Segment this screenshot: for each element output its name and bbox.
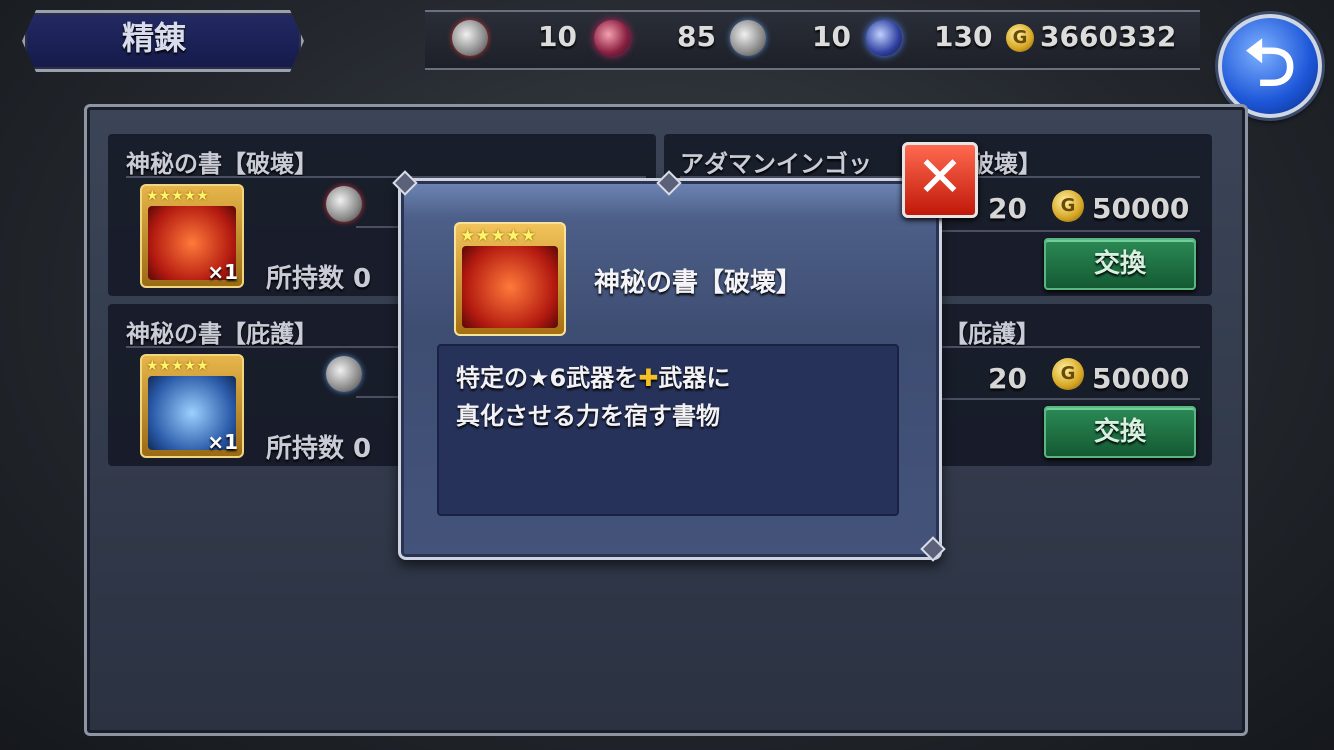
material-cost: 20	[988, 362, 1027, 395]
item-quantity: ×1	[207, 260, 238, 284]
card-title: 神秘の書【庇護】	[126, 320, 318, 348]
crystal-violet-icon	[866, 20, 902, 56]
item-quantity: ×1	[207, 430, 238, 454]
card-title: アダマンインゴッ	[680, 150, 872, 178]
back-arrow-icon: ⮌	[1244, 27, 1296, 101]
held-count: 所持数 0	[266, 264, 372, 294]
back-button[interactable]: ⮌	[1218, 14, 1322, 118]
gil-value: 3660332	[1040, 20, 1177, 53]
modal-item-name: 神秘の書【破壊】	[594, 268, 803, 298]
held-count: 所持数 0	[266, 434, 372, 464]
currency-red-value: 10	[538, 20, 577, 53]
crystal-red-icon	[452, 20, 488, 56]
card-title-suffix: 破壊】	[970, 150, 1042, 178]
card-title: 神秘の書【破壊】	[126, 150, 318, 178]
rarity-stars: ★★★★★	[146, 188, 209, 204]
card-title-suffix: 【庇護】	[944, 320, 1040, 348]
modal-item-thumbnail: ★★★★★	[454, 222, 566, 336]
exchange-button[interactable]: 交換	[1044, 238, 1196, 290]
currency-violet-value: 130	[934, 20, 993, 53]
gil-coin-icon: G	[1052, 358, 1084, 390]
description-line-2: 真化させる力を宿す書物	[456, 402, 720, 430]
crystal-blue-icon	[326, 356, 362, 392]
gil-coin-icon: G	[1006, 24, 1034, 52]
currency-pink-value: 85	[677, 20, 716, 53]
rarity-stars: ★★★★★	[460, 226, 537, 246]
description-line-1: 特定の★6武器を✚武器に	[456, 358, 730, 393]
page-title: 精錬	[122, 19, 187, 57]
plus-icon: ✚	[638, 364, 659, 392]
desc-text: 特定の★6武器を	[456, 364, 639, 392]
close-icon: ✕	[916, 145, 964, 210]
crystal-blue-icon	[730, 20, 766, 56]
item-thumbnail[interactable]: ★★★★★ ×1	[140, 354, 244, 458]
gil-cost: 50000	[1092, 362, 1190, 395]
crystal-pink-icon	[594, 20, 630, 56]
desc-text: 武器に	[658, 364, 731, 392]
material-cost: 20	[988, 192, 1027, 225]
rarity-stars: ★★★★★	[146, 358, 209, 374]
gil-cost: 50000	[1092, 192, 1190, 225]
currency-blue-value: 10	[812, 20, 851, 53]
book-red-icon	[462, 246, 558, 328]
gil-coin-icon: G	[1052, 190, 1084, 222]
close-button[interactable]: ✕	[902, 142, 978, 218]
item-thumbnail[interactable]: ★★★★★ ×1	[140, 184, 244, 288]
crystal-red-icon	[326, 186, 362, 222]
exchange-button[interactable]: 交換	[1044, 406, 1196, 458]
